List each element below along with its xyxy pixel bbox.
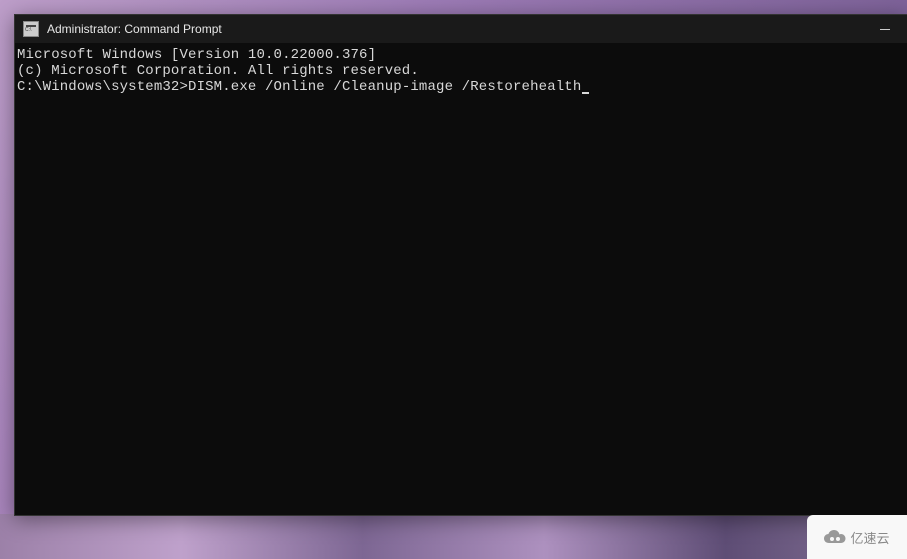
terminal-output[interactable]: Microsoft Windows [Version 10.0.22000.37… [15, 43, 907, 515]
terminal-prompt: C:\Windows\system32> [17, 79, 188, 95]
minimize-button[interactable] [862, 15, 907, 43]
desktop-wallpaper-bottom [0, 514, 907, 559]
command-prompt-window: Administrator: Command Prompt Microsoft … [14, 14, 907, 516]
watermark-badge: 亿速云 [807, 515, 907, 559]
window-titlebar[interactable]: Administrator: Command Prompt [15, 15, 907, 43]
cloud-icon [824, 530, 846, 544]
minimize-icon [880, 29, 890, 30]
watermark-text: 亿速云 [850, 528, 889, 547]
window-title: Administrator: Command Prompt [47, 22, 222, 36]
terminal-version-line: Microsoft Windows [Version 10.0.22000.37… [17, 47, 905, 63]
terminal-copyright-line: (c) Microsoft Corporation. All rights re… [17, 63, 905, 79]
terminal-prompt-line: C:\Windows\system32>DISM.exe /Online /Cl… [17, 79, 905, 95]
terminal-command: DISM.exe /Online /Cleanup-image /Restore… [188, 79, 581, 95]
cmd-icon [23, 21, 39, 37]
window-controls [862, 15, 907, 43]
terminal-cursor [582, 92, 589, 94]
